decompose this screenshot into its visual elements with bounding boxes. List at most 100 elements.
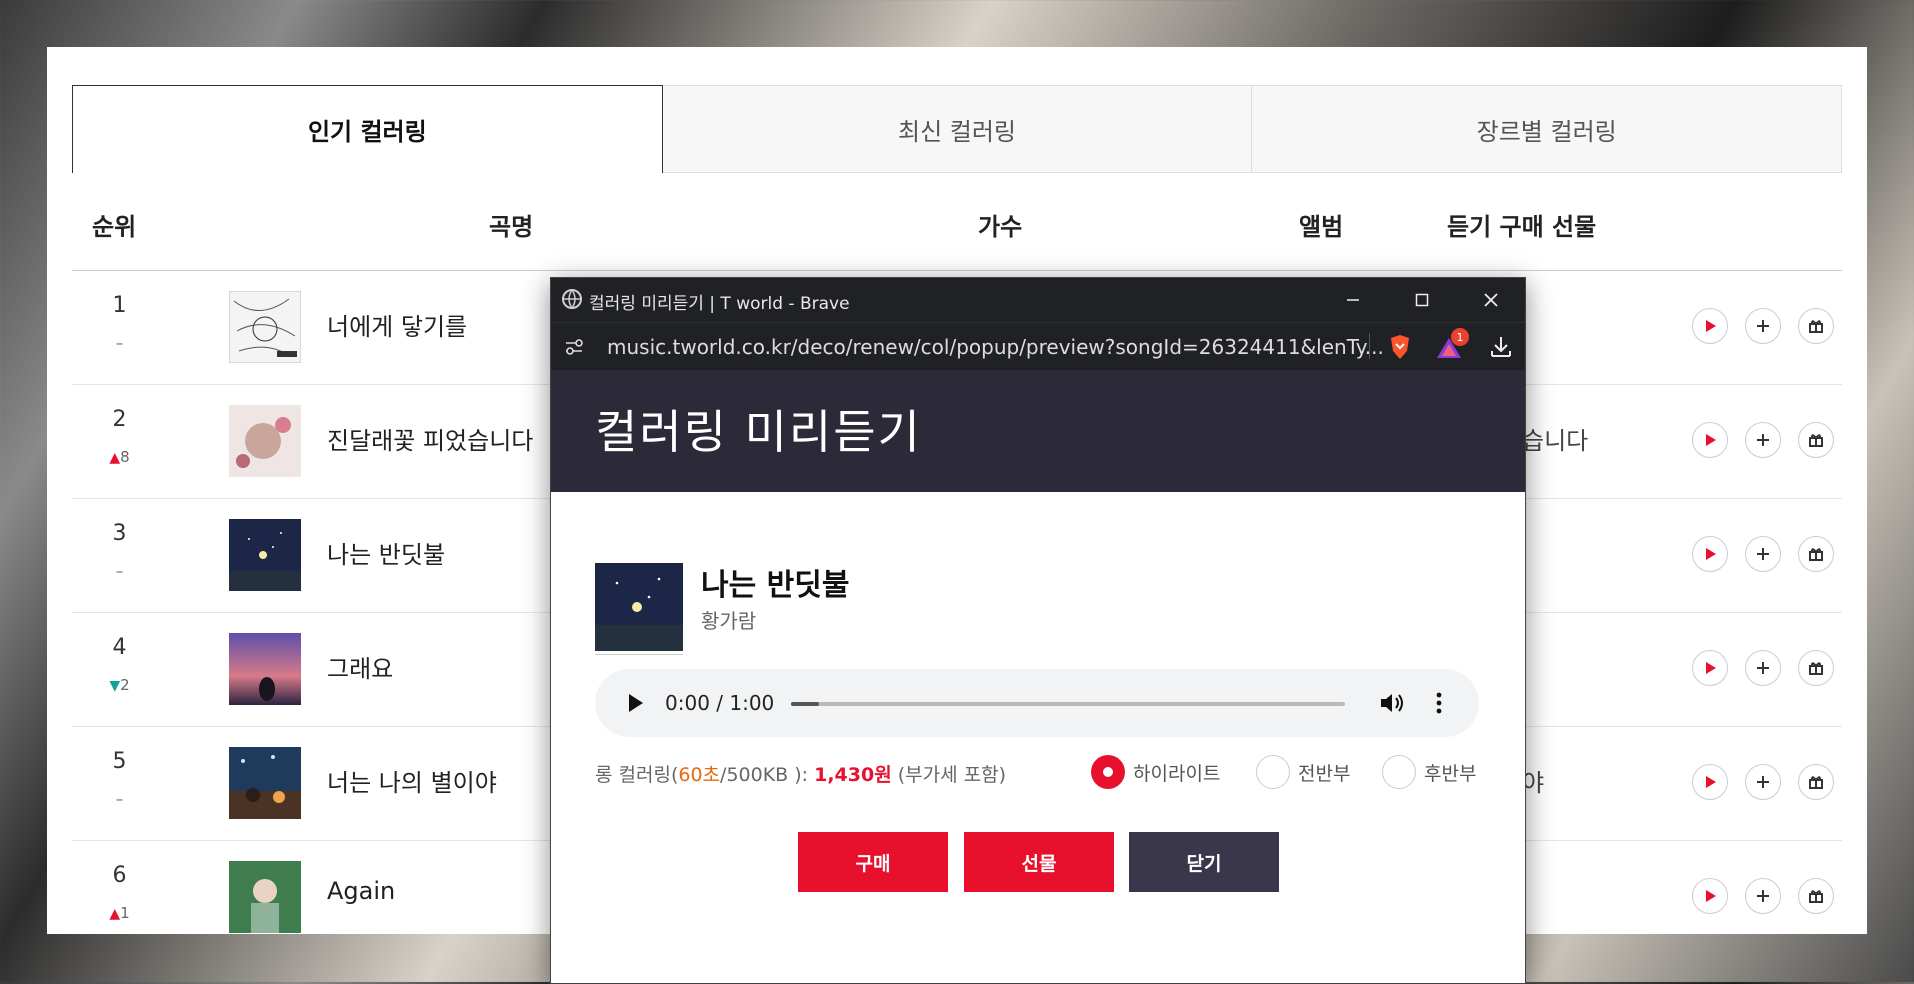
album-name[interactable]: 습니다 — [1522, 421, 1588, 456]
col-song: 곡명 — [489, 213, 534, 241]
option-first-half-radio[interactable]: 전반부 — [1256, 755, 1350, 789]
gift-button[interactable] — [1798, 422, 1834, 458]
url-text[interactable]: music.tworld.co.kr/deco/renew/col/popup/… — [607, 335, 1384, 359]
tab-popular[interactable]: 인기 컬러링 — [72, 85, 663, 173]
album-cover — [229, 519, 301, 591]
gift-button[interactable]: 선물 — [964, 832, 1114, 892]
play-icon — [1706, 434, 1716, 446]
divider — [595, 654, 683, 655]
plus-icon — [1757, 434, 1769, 446]
rank-number: 2 — [112, 407, 127, 432]
close-button[interactable]: 닫기 — [1129, 832, 1279, 892]
rank-number: 4 — [112, 635, 127, 660]
buy-button[interactable] — [1745, 422, 1781, 458]
song-title[interactable]: 진달래꽃 피었습니다 — [327, 421, 533, 456]
song-cover — [595, 563, 683, 651]
gift-icon — [1809, 776, 1823, 789]
globe-icon — [562, 289, 582, 310]
rank-change: ▼2 — [109, 676, 130, 694]
price-value: 1,430원 — [814, 764, 892, 786]
brave-shields-icon[interactable] — [1387, 333, 1413, 361]
album-cover — [229, 633, 301, 705]
buy-button[interactable] — [1745, 764, 1781, 800]
plus-icon — [1757, 662, 1769, 674]
play-icon — [1706, 548, 1716, 560]
option-second-half-radio[interactable]: 후반부 — [1382, 755, 1476, 789]
window-titlebar[interactable]: 컬러링 미리듣기 | T world - Brave — [551, 278, 1525, 322]
rank-number: 6 — [112, 863, 127, 888]
minimize-icon — [1347, 299, 1359, 301]
play-icon — [1706, 320, 1716, 332]
playback-time: 0:00 / 1:00 — [665, 691, 775, 715]
gift-icon — [1809, 548, 1823, 561]
gift-button[interactable] — [1798, 308, 1834, 344]
song-title[interactable]: 나는 반딧불 — [327, 535, 445, 570]
popup-header: 컬러링 미리듣기 — [551, 370, 1525, 492]
rank-change: – — [115, 334, 124, 352]
site-settings-icon[interactable] — [563, 336, 585, 358]
buy-button[interactable] — [1745, 308, 1781, 344]
duration-label: 60초 — [678, 764, 721, 786]
radio-icon — [1256, 755, 1290, 789]
album-cover — [229, 405, 301, 477]
rank-change: – — [115, 562, 124, 580]
buy-button[interactable] — [1745, 878, 1781, 914]
col-rank: 순위 — [92, 213, 137, 241]
close-window-button[interactable] — [1475, 284, 1507, 316]
play-button[interactable] — [1692, 422, 1728, 458]
album-cover — [229, 747, 301, 819]
plus-icon — [1757, 320, 1769, 332]
plus-icon — [1757, 776, 1769, 788]
gift-icon — [1809, 320, 1823, 333]
more-options-icon[interactable] — [1435, 691, 1443, 715]
play-icon[interactable] — [625, 692, 645, 714]
tab-genre[interactable]: 장르별 컬러링 — [1252, 85, 1843, 173]
buy-button[interactable]: 구매 — [798, 832, 948, 892]
buy-button[interactable] — [1745, 536, 1781, 572]
close-icon — [1484, 293, 1498, 307]
gift-button[interactable] — [1798, 878, 1834, 914]
song-title[interactable]: 너는 나의 별이야 — [327, 763, 497, 798]
audio-player: 0:00 / 1:00 — [595, 669, 1479, 737]
arrow-down-icon: ▼ — [109, 678, 121, 694]
play-icon — [1706, 776, 1716, 788]
download-icon[interactable] — [1489, 335, 1513, 359]
gift-icon — [1809, 890, 1823, 903]
preview-popup-window: 컬러링 미리듣기 | T world - Brave music.tworld.… — [550, 277, 1526, 984]
tab-latest[interactable]: 최신 컬러링 — [662, 85, 1253, 173]
maximize-icon — [1415, 293, 1429, 307]
address-bar: music.tworld.co.kr/deco/renew/col/popup/… — [551, 322, 1525, 371]
table-header: 순위 곡명 가수 앨범 듣기 구매 선물 — [72, 173, 1842, 271]
rank-number: 3 — [112, 521, 127, 546]
gift-icon — [1809, 434, 1823, 447]
play-button[interactable] — [1692, 878, 1728, 914]
tab-bar: 인기 컬러링 최신 컬러링 장르별 컬러링 — [72, 85, 1843, 173]
song-title[interactable]: 너에게 닿기를 — [327, 307, 467, 342]
gift-button[interactable] — [1798, 764, 1834, 800]
plus-icon — [1757, 548, 1769, 560]
gift-button[interactable] — [1798, 536, 1834, 572]
play-icon — [1706, 890, 1716, 902]
radio-icon — [1382, 755, 1416, 789]
progress-bar[interactable] — [791, 702, 1345, 706]
album-cover — [229, 291, 301, 363]
song-title[interactable]: Again — [327, 877, 395, 905]
rank-number: 1 — [112, 293, 127, 318]
play-button[interactable] — [1692, 536, 1728, 572]
buy-button[interactable] — [1745, 650, 1781, 686]
gift-icon — [1809, 662, 1823, 675]
option-highlight-radio[interactable]: 하이라이트 — [1091, 755, 1220, 789]
play-button[interactable] — [1692, 650, 1728, 686]
play-button[interactable] — [1692, 308, 1728, 344]
gift-button[interactable] — [1798, 650, 1834, 686]
price-info: 롱 컬러링(60초/500KB ): 1,430원 (부가세 포함) — [595, 764, 1007, 786]
rank-change: ▲1 — [109, 904, 130, 922]
minimize-button[interactable] — [1337, 284, 1369, 316]
album-cover — [229, 861, 301, 933]
song-title[interactable]: 그래요 — [327, 649, 393, 684]
play-button[interactable] — [1692, 764, 1728, 800]
volume-icon[interactable] — [1379, 691, 1405, 715]
popup-song-title: 나는 반딧불 — [701, 568, 850, 603]
rank-change: ▲8 — [109, 448, 130, 466]
maximize-button[interactable] — [1406, 284, 1438, 316]
